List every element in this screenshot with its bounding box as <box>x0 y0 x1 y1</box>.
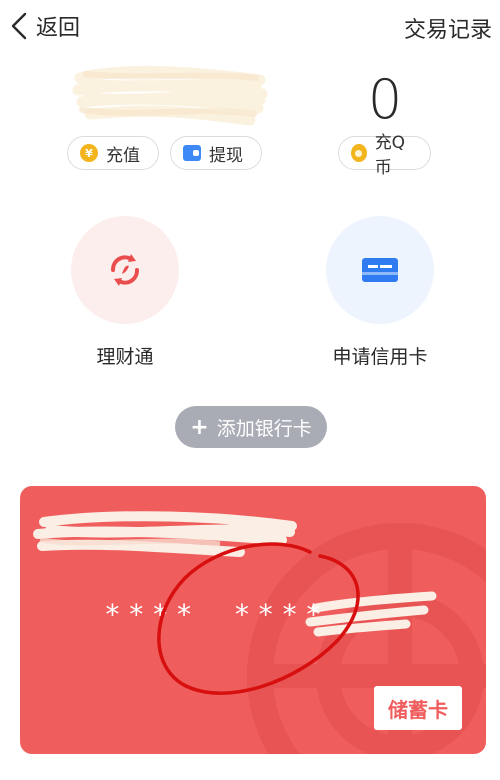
add-bank-card-button[interactable]: + 添加银行卡 <box>175 406 327 448</box>
transaction-history-link[interactable]: 交易记录 <box>404 12 492 44</box>
card-number-masked: **** **** <box>104 598 329 631</box>
credit-card-icon-circle <box>326 216 434 324</box>
recharge-label: 充值 <box>106 145 140 166</box>
wealth-icon-circle <box>71 216 179 324</box>
wealth-label: 理财通 <box>96 346 154 368</box>
yen-coin-icon: ¥ <box>80 144 98 162</box>
qcoin-balance: 0 <box>367 68 403 131</box>
card-type-badge: 储蓄卡 <box>374 686 462 730</box>
wallet-icon <box>183 145 201 161</box>
back-label: 返回 <box>36 16 81 41</box>
card-number-group: **** <box>233 598 329 631</box>
card-number-group: **** <box>104 598 200 631</box>
top-bar: 返回 交易记录 <box>0 0 500 56</box>
credit-card-application-tile[interactable]: 申请信用卡 <box>315 216 445 369</box>
wealth-icon <box>111 254 139 286</box>
balance-redaction <box>72 65 268 126</box>
bank-card[interactable]: **** **** 储蓄卡 <box>20 486 486 754</box>
qcoin-icon <box>351 144 367 162</box>
back-button[interactable]: 返回 <box>10 10 80 42</box>
recharge-button[interactable]: ¥ 充值 <box>67 136 159 170</box>
chevron-left-icon <box>11 12 27 40</box>
withdraw-label: 提现 <box>209 145 243 166</box>
withdraw-button[interactable]: 提现 <box>170 136 262 170</box>
recharge-qcoin-button[interactable]: 充Q币 <box>338 133 431 178</box>
credit-card-label: 申请信用卡 <box>332 346 428 368</box>
recharge-qcoin-label: 充Q币 <box>374 133 406 178</box>
credit-card-icon <box>362 258 398 282</box>
plus-icon: + <box>190 414 209 440</box>
add-bank-card-label: 添加银行卡 <box>216 417 312 440</box>
wealth-management-tile[interactable]: 理财通 <box>60 216 190 369</box>
wallet-page: 返回 交易记录 0 ¥ 充值 提现 充Q币 理财通 申请信用卡 + 添加银行卡 … <box>0 0 500 780</box>
